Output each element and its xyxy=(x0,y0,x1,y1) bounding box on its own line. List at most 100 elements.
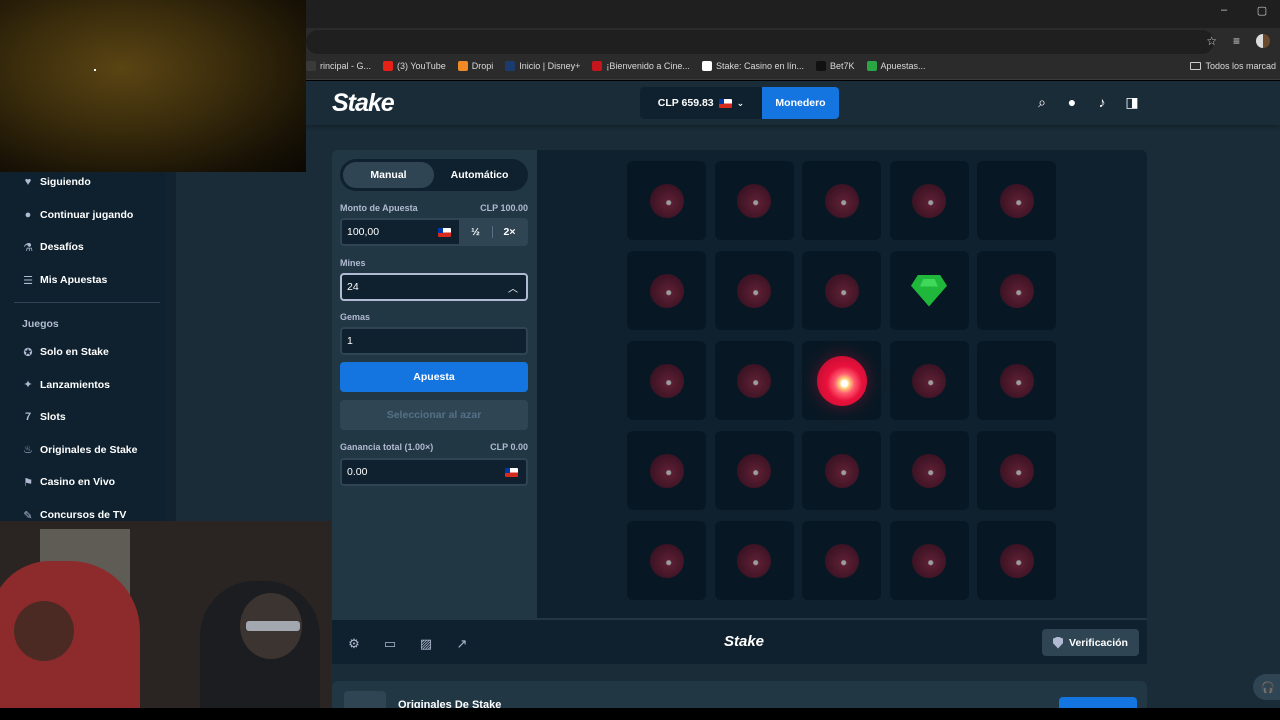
mine-icon xyxy=(824,183,859,218)
sidebar-item-continuar-jugando[interactable]: ● Continuar jugando xyxy=(22,209,134,221)
verify-label: Verificación xyxy=(1069,636,1128,649)
sidebar-item-label: Desafíos xyxy=(40,241,84,254)
stake-logo[interactable]: Stake xyxy=(332,89,395,118)
board-tile[interactable] xyxy=(714,431,794,510)
board-tile[interactable] xyxy=(714,341,794,420)
sidebar-toggle-icon[interactable]: ◨ xyxy=(1124,94,1140,111)
profit-label: Ganancia total (1.00×) xyxy=(340,442,434,452)
mine-icon xyxy=(649,183,684,218)
board-tile[interactable] xyxy=(627,521,706,600)
random-pick-button[interactable]: Seleccionar al azar xyxy=(340,400,528,430)
sidebar-item-label: Solo en Stake xyxy=(40,346,109,358)
board-tile[interactable] xyxy=(802,251,881,330)
wallet-button[interactable]: Monedero xyxy=(762,87,839,119)
reading-list-icon[interactable]: ≡ xyxy=(1233,34,1240,48)
mine-icon xyxy=(649,543,684,578)
board-tile[interactable] xyxy=(714,521,794,600)
bookmark-favicon-icon xyxy=(592,61,603,71)
maximize-button[interactable]: ▢ xyxy=(1254,4,1270,17)
board-tile[interactable] xyxy=(977,251,1056,330)
bookmark-item[interactable]: Apuestas... xyxy=(866,61,926,71)
board-tile[interactable] xyxy=(889,521,969,600)
sidebar-item-solo-en-stake[interactable]: ✪ Solo en Stake xyxy=(22,346,109,359)
board-tile[interactable] xyxy=(977,521,1056,600)
mines-board xyxy=(627,161,1056,600)
tab-automatic[interactable]: Automático xyxy=(434,162,525,188)
webcam-face-left xyxy=(14,601,74,661)
all-bookmarks-folder[interactable]: Todos los marcad xyxy=(1190,61,1276,71)
bet-amount-input[interactable]: 100,00 xyxy=(342,226,438,238)
board-tile[interactable] xyxy=(714,161,794,240)
support-headset-icon[interactable]: 🎧 xyxy=(1253,674,1280,700)
mine-icon xyxy=(999,363,1034,398)
heart-icon: ♥ xyxy=(24,176,32,188)
game-footer: ⚙ ▭ ▨ ↗ Stake Verificación xyxy=(332,618,1147,664)
url-input[interactable] xyxy=(306,30,1214,54)
originals-button[interactable] xyxy=(1059,697,1137,708)
bookmark-label: (3) YouTube xyxy=(397,61,446,71)
board-tile[interactable] xyxy=(802,341,881,420)
bookmark-item[interactable]: Inicio | Disney+ xyxy=(505,61,580,71)
sidebar-item-siguiendo[interactable]: ♥ Siguiendo xyxy=(22,176,91,188)
board-tile[interactable] xyxy=(977,431,1056,510)
mines-select[interactable]: 24 ︿ xyxy=(340,273,528,301)
bookmark-item[interactable]: rincipal - G... xyxy=(306,61,371,71)
notifications-icon[interactable]: ♪ xyxy=(1094,94,1110,111)
site-header: Stake CLP 659.83 ⌄ Monedero ⌕ ● ♪ ◨ xyxy=(176,81,1280,125)
board-tile[interactable] xyxy=(889,251,969,330)
popout-icon[interactable]: ↗ xyxy=(454,636,470,652)
bookmark-label: rincipal - G... xyxy=(320,61,372,71)
mine-icon xyxy=(999,183,1034,218)
sidebar-item-concursos-de-tv[interactable]: ✎ Concursos de TV xyxy=(22,509,126,522)
board-tile[interactable] xyxy=(714,251,794,330)
sidebar-item-originales-de-stake[interactable]: ♨ Originales de Stake xyxy=(22,444,137,457)
webcam-light-dot xyxy=(94,69,96,71)
board-tile[interactable] xyxy=(977,341,1056,420)
bet-modifiers: ½ 2× xyxy=(459,220,526,244)
mine-icon xyxy=(912,453,946,488)
board-tile[interactable] xyxy=(802,521,881,600)
board-tile[interactable] xyxy=(977,161,1056,240)
user-icon[interactable]: ● xyxy=(1064,94,1080,111)
sidebar-item-desafíos[interactable]: ⚗ Desafíos xyxy=(22,241,84,254)
sidebar-item-casino-en-vivo[interactable]: ⚑ Casino en Vivo xyxy=(22,476,115,489)
sidebar-item-slots[interactable]: 7 Slots xyxy=(22,411,66,423)
originals-title: Originales De Stake xyxy=(398,699,502,708)
board-tile[interactable] xyxy=(627,251,706,330)
sidebar-item-mis-apuestas[interactable]: ☰ Mis Apuestas xyxy=(22,274,107,287)
bookmark-item[interactable]: ¡Bienvenido a Cine... xyxy=(592,61,690,71)
bookmark-item[interactable]: (3) YouTube xyxy=(383,61,446,71)
tab-manual[interactable]: Manual xyxy=(343,162,434,188)
bookmark-item[interactable]: Dropi xyxy=(457,61,493,71)
bookmark-item[interactable]: Stake: Casino en lín... xyxy=(701,61,804,71)
verify-button[interactable]: Verificación xyxy=(1042,629,1139,656)
half-bet-button[interactable]: ½ xyxy=(459,226,492,238)
board-tile[interactable] xyxy=(627,431,706,510)
balance-selector[interactable]: CLP 659.83 ⌄ xyxy=(640,87,762,119)
sidebar-item-lanzamientos[interactable]: ✦ Lanzamientos xyxy=(22,379,110,392)
bookmark-item[interactable]: Bet7K xyxy=(816,61,855,71)
board-tile[interactable] xyxy=(889,431,969,510)
profile-avatar-icon[interactable] xyxy=(1256,34,1270,48)
bookmark-label: ¡Bienvenido a Cine... xyxy=(606,61,690,71)
minimize-button[interactable]: – xyxy=(1216,4,1232,17)
double-bet-button[interactable]: 2× xyxy=(493,226,526,238)
board-tile[interactable] xyxy=(802,431,881,510)
webcam-overlay-bottom xyxy=(0,521,331,708)
gems-field: 1 xyxy=(340,327,528,355)
bookmark-star-icon[interactable]: ☆ xyxy=(1206,34,1217,48)
profit-clp: CLP 0.00 xyxy=(490,442,528,452)
board-tile[interactable] xyxy=(889,341,969,420)
bet-button[interactable]: Apuesta xyxy=(340,362,528,392)
mine-icon xyxy=(912,543,946,578)
settings-icon[interactable]: ⚙ xyxy=(346,636,362,652)
theatre-mode-icon[interactable]: ▭ xyxy=(382,636,398,652)
stats-icon[interactable]: ▨ xyxy=(418,636,434,652)
search-icon[interactable]: ⌕ xyxy=(1034,94,1050,111)
board-tile[interactable] xyxy=(889,161,969,240)
board-tile[interactable] xyxy=(627,341,706,420)
taskbar-strip xyxy=(0,708,1280,720)
board-tile[interactable] xyxy=(802,161,881,240)
board-tile[interactable] xyxy=(627,161,706,240)
sidebar-section-title: Juegos xyxy=(22,318,59,330)
